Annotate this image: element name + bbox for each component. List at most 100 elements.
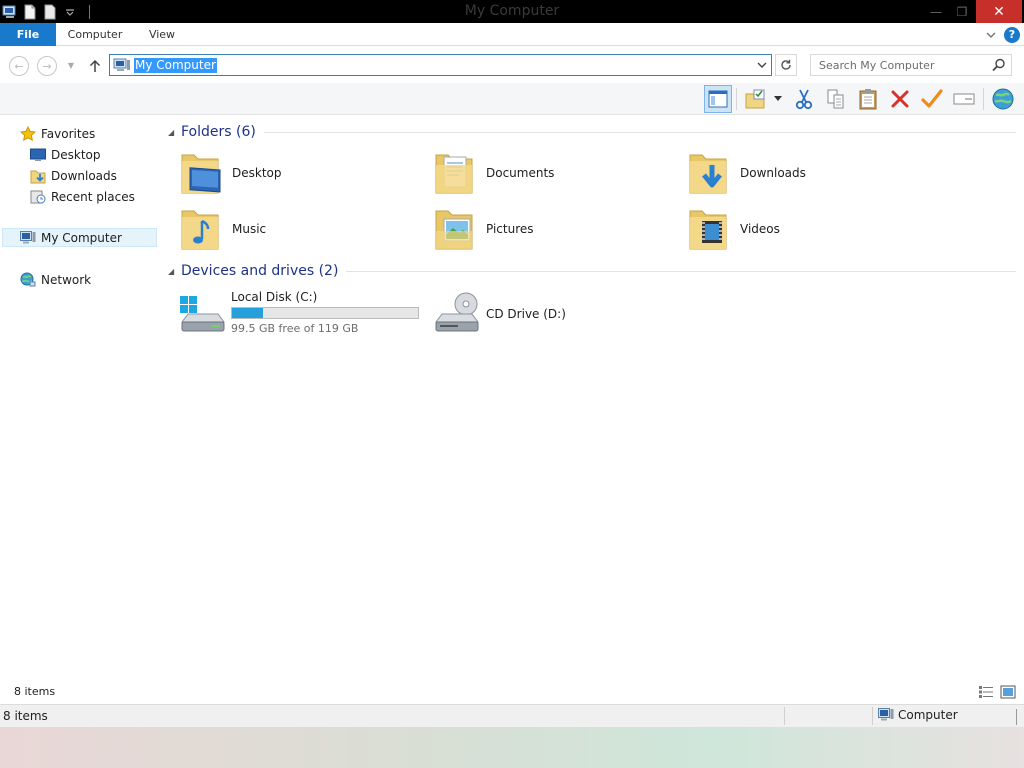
- forward-button[interactable]: →: [37, 56, 57, 76]
- command-toolbar: [0, 83, 1024, 115]
- title-bar: My Computer — ❐ ✕: [0, 0, 1024, 23]
- rename-field-icon: [953, 93, 975, 105]
- up-button[interactable]: [86, 56, 104, 76]
- nav-item-label: Desktop: [51, 147, 101, 162]
- folder-tile-documents[interactable]: Documents: [432, 147, 554, 199]
- nav-network-label: Network: [41, 272, 92, 287]
- close-icon: ✕: [993, 3, 1005, 20]
- folder-tile-desktop[interactable]: Desktop: [178, 147, 282, 199]
- toolbar-separator: [983, 88, 984, 110]
- nav-my-computer[interactable]: My Computer: [2, 228, 157, 247]
- details-view-icon: [979, 686, 993, 698]
- search-box[interactable]: [810, 54, 1012, 76]
- large-icons-view-button[interactable]: [1000, 684, 1016, 700]
- computer-icon: [20, 230, 36, 246]
- tab-computer[interactable]: Computer: [60, 23, 130, 46]
- collapse-triangle-icon[interactable]: ◢: [168, 128, 180, 137]
- address-text[interactable]: My Computer: [134, 58, 217, 73]
- expand-ribbon-button[interactable]: [982, 23, 1000, 46]
- folder-tile-downloads[interactable]: Downloads: [686, 147, 806, 199]
- arrow-left-icon: ←: [14, 59, 24, 73]
- folder-label: Documents: [486, 166, 555, 180]
- paste-button[interactable]: [854, 85, 882, 113]
- tab-file[interactable]: File: [0, 23, 56, 46]
- nav-favorites-label: Favorites: [41, 126, 96, 141]
- folder-label: Music: [232, 222, 267, 236]
- resize-grip[interactable]: [1016, 709, 1017, 725]
- collapse-triangle-icon[interactable]: ◢: [168, 267, 180, 276]
- nav-item-recent-places[interactable]: Recent places: [30, 187, 135, 206]
- pictures-folder-icon: [435, 210, 473, 250]
- content-pane: ◢ Folders (6) Desktop Documents Download…: [160, 116, 1024, 680]
- folder-label: Videos: [740, 222, 780, 236]
- folder-tile-pictures[interactable]: Pictures: [432, 203, 534, 255]
- status-divider: [872, 707, 873, 725]
- item-count: 8 items: [3, 709, 48, 723]
- folder-options-dropdown[interactable]: [770, 85, 786, 113]
- large-icons-view-icon: [1000, 685, 1016, 699]
- drives-group-header[interactable]: ◢ Devices and drives (2): [168, 261, 1016, 281]
- status-zone-label: Computer: [898, 708, 958, 722]
- recent-locations-button[interactable]: ▼: [66, 59, 76, 73]
- folder-options-button[interactable]: [742, 85, 770, 113]
- drive-tile-cd[interactable]: CD Drive (D:): [432, 288, 566, 340]
- window-title: My Computer: [464, 3, 560, 19]
- search-icon[interactable]: [992, 58, 1006, 72]
- details-view-button[interactable]: [978, 684, 994, 700]
- preview-pane-icon: [708, 90, 728, 108]
- drives-group-title: Devices and drives (2): [181, 263, 339, 279]
- caret-down-icon: [774, 96, 782, 101]
- folder-label: Desktop: [232, 166, 282, 180]
- rename-button[interactable]: [950, 85, 978, 113]
- cut-button[interactable]: [790, 85, 818, 113]
- refresh-button[interactable]: [775, 54, 797, 76]
- nav-item-desktop[interactable]: Desktop: [30, 145, 101, 164]
- folder-tile-music[interactable]: Music: [178, 203, 266, 255]
- preview-pane-button[interactable]: [704, 85, 732, 113]
- nav-item-downloads[interactable]: Downloads: [30, 166, 117, 185]
- drive-usage-bar: [231, 307, 419, 319]
- item-count: 8 items: [14, 685, 56, 698]
- nav-item-label: Recent places: [51, 189, 135, 204]
- tab-view[interactable]: View: [140, 23, 184, 46]
- toolbar-separator: [736, 88, 737, 110]
- copy-button[interactable]: [822, 85, 850, 113]
- refresh-icon: [781, 59, 791, 70]
- drive-name: Local Disk (C:): [231, 290, 318, 304]
- address-bar[interactable]: My Computer: [109, 54, 772, 76]
- minimize-button[interactable]: —: [924, 0, 948, 23]
- folders-group-header[interactable]: ◢ Folders (6): [168, 122, 1016, 142]
- desktop-icon: [30, 147, 46, 163]
- downloads-folder-icon: [30, 168, 46, 184]
- close-button[interactable]: ✕: [976, 0, 1022, 23]
- clipboard-icon: [859, 89, 877, 110]
- restore-icon: ❐: [956, 4, 968, 19]
- delete-button[interactable]: [886, 85, 914, 113]
- maximize-button[interactable]: ❐: [950, 0, 974, 23]
- navigation-pane: Favorites Desktop Downloads Recent place…: [0, 116, 160, 680]
- back-button[interactable]: ←: [9, 56, 29, 76]
- network-icon: [20, 272, 36, 288]
- downloads-folder-icon: [689, 154, 727, 194]
- nav-network[interactable]: Network: [20, 270, 91, 289]
- videos-folder-icon: [689, 210, 727, 250]
- chevron-down-icon: ▼: [67, 61, 75, 70]
- cd-drive-icon: [435, 292, 479, 332]
- star-icon: [20, 125, 36, 142]
- nav-favorites[interactable]: Favorites: [20, 124, 95, 143]
- folder-tile-videos[interactable]: Videos: [686, 203, 780, 255]
- recent-places-icon: [30, 189, 46, 205]
- checkmark-icon: [921, 89, 943, 108]
- nav-my-computer-label: My Computer: [41, 230, 122, 245]
- local-disk-info: Local Disk (C:) 99.5 GB free of 119 GB: [231, 290, 419, 335]
- documents-folder-icon: [435, 154, 473, 194]
- search-input[interactable]: [811, 55, 989, 75]
- network-button[interactable]: [989, 85, 1017, 113]
- arrow-up-icon: [89, 59, 101, 72]
- minimize-icon: —: [930, 4, 942, 19]
- help-button[interactable]: ?: [1003, 23, 1021, 46]
- computer-icon: [113, 58, 130, 71]
- select-button[interactable]: [918, 85, 946, 113]
- chevron-down-icon[interactable]: [756, 58, 768, 72]
- folder-check-icon: [745, 89, 765, 109]
